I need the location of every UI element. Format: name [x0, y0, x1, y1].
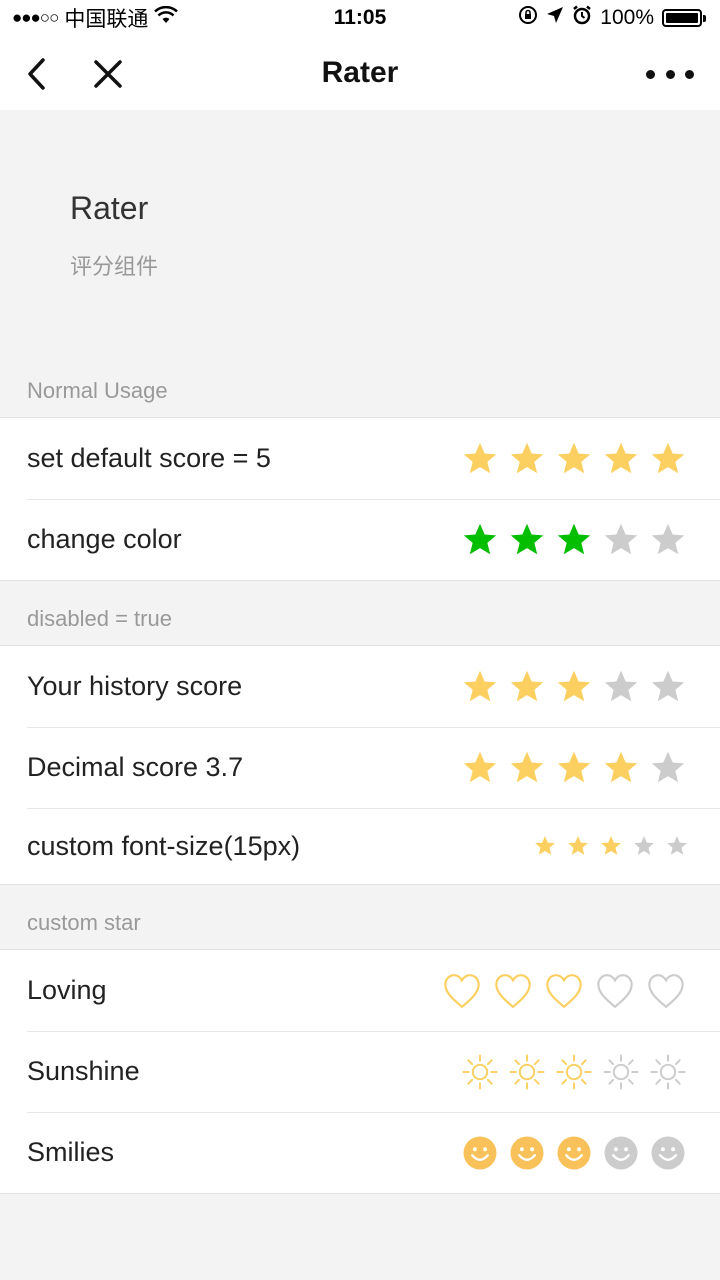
rater-row: Smilies	[0, 1112, 720, 1193]
star-icon	[534, 835, 556, 857]
heart-icon[interactable]	[493, 971, 533, 1011]
star-icon	[556, 669, 592, 705]
rater-row: Decimal score 3.7	[0, 727, 720, 808]
rater-row: Your history score	[0, 646, 720, 727]
smiley-icon[interactable]	[462, 1135, 498, 1171]
location-icon	[546, 6, 564, 30]
rater-row: change color	[0, 499, 720, 580]
row-label: Your history score	[27, 671, 243, 701]
sun-icon[interactable]	[509, 1054, 545, 1090]
battery-icon	[662, 9, 706, 27]
star-icon	[666, 835, 688, 857]
heart-icon[interactable]	[442, 971, 482, 1011]
row-label: Smilies	[27, 1137, 115, 1167]
rater[interactable]	[462, 1112, 686, 1193]
rater	[462, 727, 686, 808]
star-icon	[650, 669, 686, 705]
carrier-name: 中国联通	[64, 8, 149, 31]
rater[interactable]	[442, 950, 686, 1031]
star-icon	[603, 750, 639, 786]
star-icon	[650, 750, 686, 786]
more-dot	[685, 69, 694, 79]
row-label: Loving	[27, 975, 107, 1005]
more-dot	[665, 69, 675, 79]
rater-row: set default score = 5	[0, 418, 720, 499]
star-icon	[462, 669, 498, 705]
section-title-custom-star: custom star	[27, 910, 141, 935]
rater-row: custom font-size(15px)	[0, 808, 720, 884]
star-icon[interactable]	[556, 441, 592, 477]
smiley-icon[interactable]	[509, 1135, 545, 1171]
smiley-icon[interactable]	[603, 1135, 639, 1171]
star-icon[interactable]	[509, 522, 545, 558]
star-icon[interactable]	[462, 441, 498, 477]
star-icon	[600, 835, 622, 857]
nav-title: Rater	[321, 56, 399, 89]
page-header: Rater 评分组件	[70, 190, 158, 281]
wifi-icon	[154, 5, 179, 30]
sun-icon[interactable]	[650, 1054, 686, 1090]
rater	[534, 808, 688, 884]
section-title-disabled: disabled = true	[27, 606, 172, 631]
status-bar: ●●●○○ 中国联通 11:05 100%	[0, 0, 720, 36]
row-label: change color	[27, 524, 182, 554]
rater	[462, 646, 686, 727]
star-icon[interactable]	[462, 522, 498, 558]
section-group-custom-star: Loving Sunshine Smilies	[0, 949, 720, 1194]
star-icon	[567, 835, 589, 857]
star-icon	[603, 669, 639, 705]
rater-row: Sunshine	[0, 1031, 720, 1112]
more-dot	[646, 69, 655, 79]
heart-icon[interactable]	[646, 971, 686, 1011]
signal-indicator: ●●●○○	[12, 8, 59, 27]
sun-icon[interactable]	[556, 1054, 592, 1090]
battery-percent: 100%	[600, 6, 654, 29]
section-group-normal-usage: set default score = 5 change color	[0, 417, 720, 581]
star-icon	[462, 750, 498, 786]
rater[interactable]	[462, 499, 686, 580]
row-label: Sunshine	[27, 1056, 140, 1086]
row-label: Decimal score 3.7	[27, 752, 244, 782]
row-label: custom font-size(15px)	[27, 830, 301, 861]
star-icon	[556, 750, 592, 786]
smiley-icon[interactable]	[650, 1135, 686, 1171]
star-icon[interactable]	[603, 522, 639, 558]
rotation-lock-icon	[518, 5, 538, 31]
star-icon[interactable]	[650, 522, 686, 558]
star-icon	[633, 835, 655, 857]
rater[interactable]	[462, 418, 686, 499]
heart-icon[interactable]	[595, 971, 635, 1011]
heart-icon[interactable]	[544, 971, 584, 1011]
smiley-icon[interactable]	[556, 1135, 592, 1171]
star-icon[interactable]	[603, 441, 639, 477]
nav-bar: Rater	[0, 36, 720, 110]
rater[interactable]	[462, 1031, 686, 1112]
sun-icon[interactable]	[603, 1054, 639, 1090]
section-title-normal-usage: Normal Usage	[27, 378, 168, 403]
star-icon	[509, 750, 545, 786]
star-icon[interactable]	[509, 441, 545, 477]
star-icon[interactable]	[556, 522, 592, 558]
alarm-icon	[572, 5, 592, 31]
star-icon	[509, 669, 545, 705]
sun-icon[interactable]	[462, 1054, 498, 1090]
rater-row: Loving	[0, 950, 720, 1031]
row-label: set default score = 5	[27, 443, 271, 473]
star-icon[interactable]	[650, 441, 686, 477]
page-subtitle: 评分组件	[70, 254, 159, 279]
more-button[interactable]	[646, 62, 694, 86]
section-group-disabled: Your history score Decimal score 3.7 cus…	[0, 645, 720, 885]
page-title: Rater	[70, 190, 149, 226]
